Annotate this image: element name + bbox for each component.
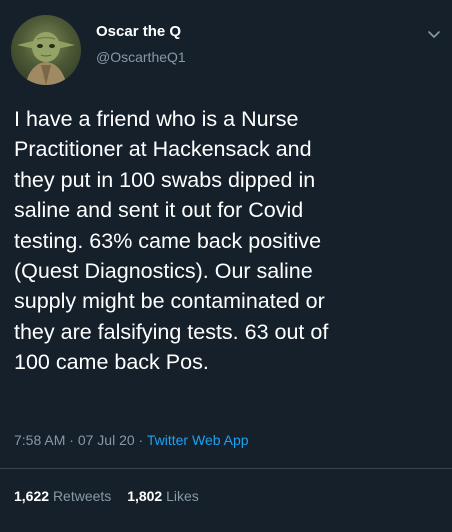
user-handle[interactable]: @OscartheQ1 [96,47,186,67]
source-app-link[interactable]: Twitter Web App [147,432,249,448]
meta-separator: · [138,432,144,448]
retweets-label: Retweets [52,488,112,504]
tweet-text: I have a friend who is a Nurse Practition… [14,104,444,378]
tweet-text-line: I have a friend who is a Nurse [14,107,299,131]
retweets-count: 1,622 [14,488,50,504]
retweets-stat[interactable]: 1,622 Retweets [14,488,115,504]
tweet-text-line: saline and sent it out for Covid [14,198,304,223]
meta-separator: · [69,432,74,448]
display-name[interactable]: Oscar the Q [96,22,186,42]
tweet-time[interactable]: 7:58 AM [14,432,65,448]
tweet-stats: 1,622 Retweets 1,802 Likes [14,486,199,506]
tweet-text-line: they put in 100 swabs dipped in [14,167,316,192]
tweet-meta: 7:58 AM · 07 Jul 20 · Twitter Web App [14,430,249,450]
tweet-header: Oscar the Q @OscartheQ1 [96,22,186,67]
avatar[interactable] [11,15,81,85]
tweet-card: Oscar the Q @OscartheQ1 I have a friend … [0,0,452,532]
likes-stat[interactable]: 1,802 Likes [127,488,199,504]
tweet-text-line: supply might be contaminated or [14,289,325,314]
likes-label: Likes [166,488,199,504]
tweet-text-line: they are falsifying tests. 63 out of [14,319,329,344]
chevron-down-icon[interactable] [426,26,442,42]
tweet-date[interactable]: 07 Jul 20 [78,432,135,448]
tweet-text-line: Practitioner at Hackensack and [14,137,312,162]
divider [0,468,452,469]
likes-count: 1,802 [127,488,163,504]
yoda-avatar-icon [17,32,75,85]
tweet-text-line: 100 came back Pos. [14,350,209,375]
tweet-text-line: (Quest Diagnostics). Our saline [14,259,313,284]
tweet-text-line: testing. 63% came back positive [14,228,322,253]
